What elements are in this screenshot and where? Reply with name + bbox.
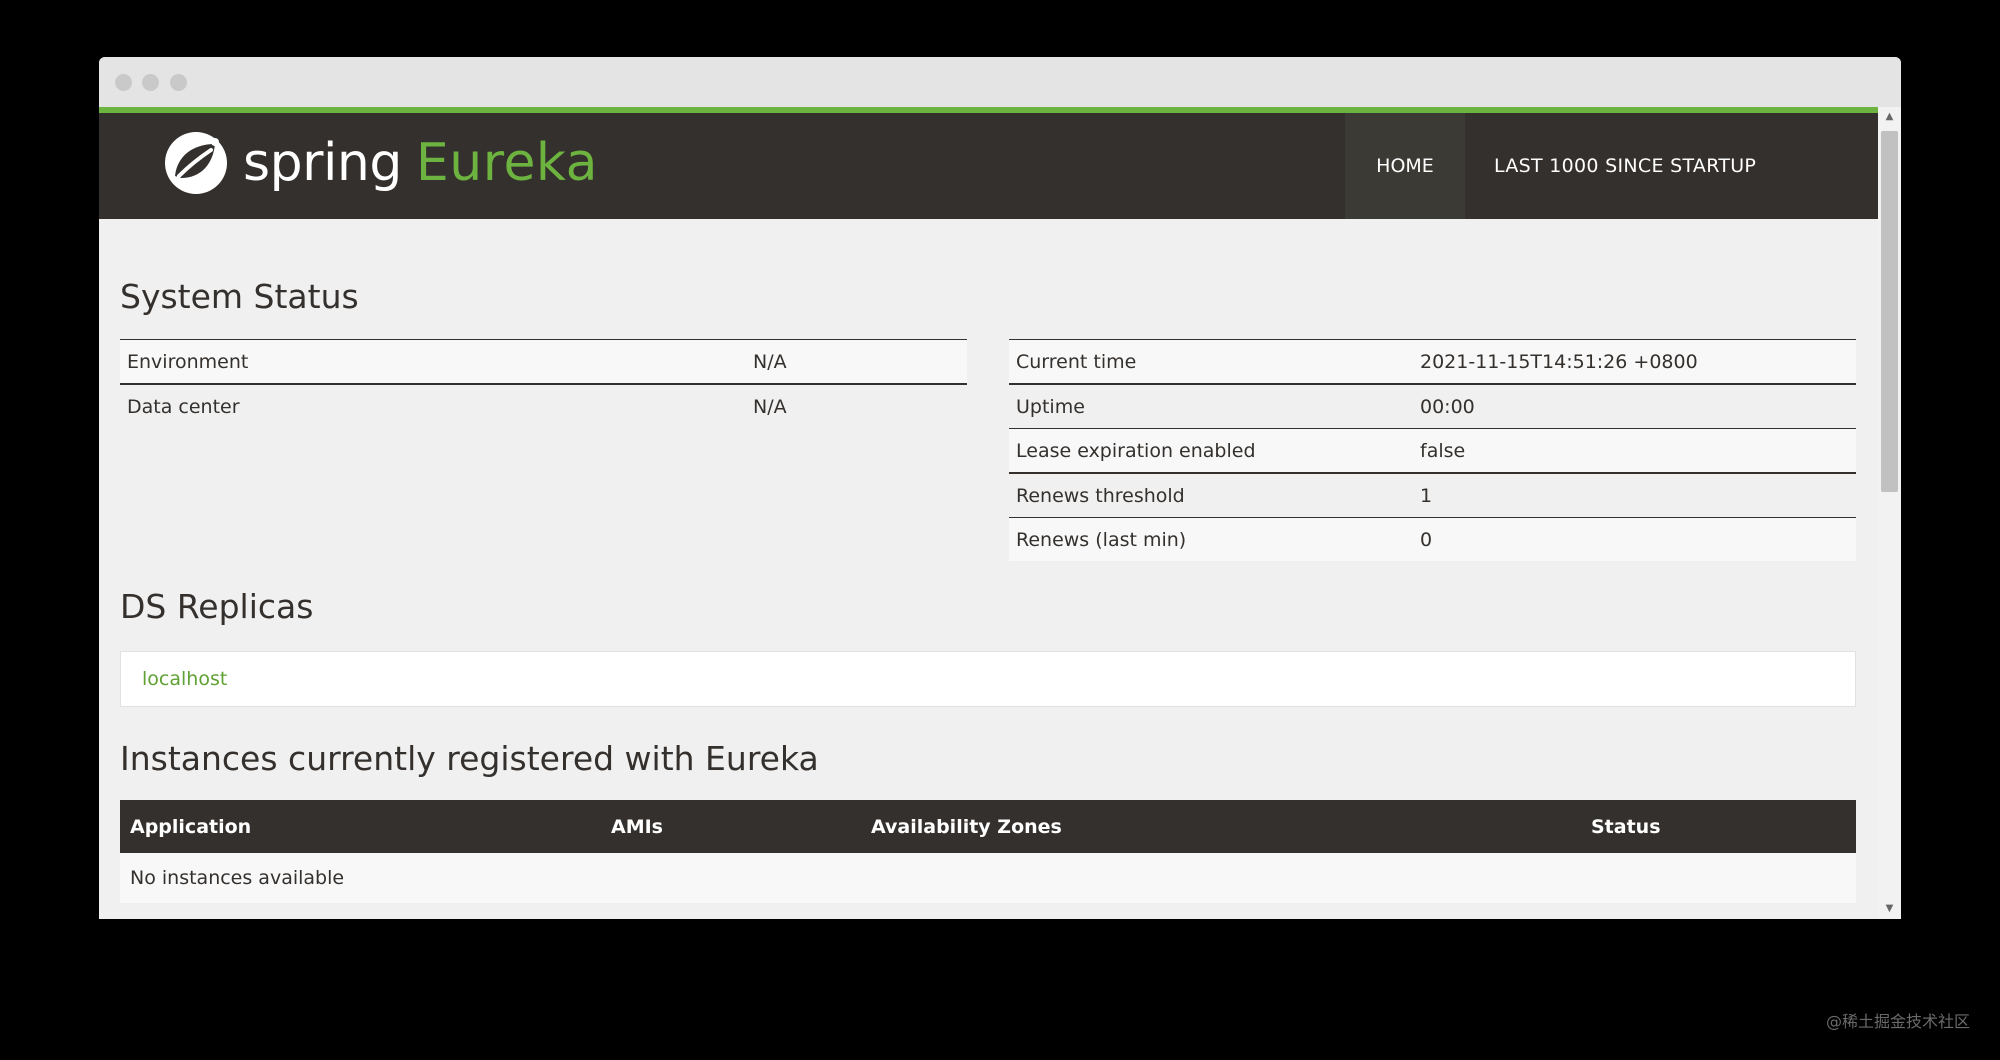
- status-key: Renews threshold: [1009, 473, 1413, 518]
- table-row: Data center N/A: [120, 384, 967, 428]
- scroll-up-arrow-icon[interactable]: ▲: [1878, 109, 1901, 125]
- window-titlebar: [99, 57, 1901, 107]
- status-value: 2021-11-15T14:51:26 +0800: [1413, 339, 1856, 385]
- table-header-row: Application AMIs Availability Zones Stat…: [120, 800, 1856, 853]
- logo-eureka-text: Eureka: [415, 133, 598, 193]
- table-row: Current time 2021-11-15T14:51:26 +0800: [1009, 339, 1856, 385]
- status-value: false: [1413, 428, 1856, 474]
- watermark-text: @稀土掘金技术社区: [1825, 1012, 1970, 1031]
- table-row: Renews threshold 1: [1009, 473, 1856, 518]
- empty-instances-message: No instances available: [120, 853, 1856, 903]
- ds-replicas-heading: DS Replicas: [120, 587, 314, 626]
- window-minimize-button[interactable]: [142, 74, 159, 91]
- browser-window: spring Eureka HOME LAST 1000 SINCE START…: [99, 57, 1901, 919]
- nav-last-1000-link[interactable]: LAST 1000 SINCE STARTUP: [1494, 113, 1756, 219]
- table-row: Environment N/A: [120, 339, 967, 385]
- scrollbar-thumb[interactable]: [1881, 131, 1898, 492]
- table-row: No instances available: [120, 853, 1856, 903]
- page-content: spring Eureka HOME LAST 1000 SINCE START…: [99, 107, 1878, 919]
- status-key: Current time: [1009, 339, 1413, 385]
- spring-eureka-logo[interactable]: spring Eureka: [163, 128, 598, 198]
- column-header-availability-zones: Availability Zones: [861, 800, 1581, 853]
- status-value: 0: [1413, 517, 1856, 561]
- status-key: Lease expiration enabled: [1009, 428, 1413, 474]
- scroll-down-arrow-icon[interactable]: ▼: [1878, 901, 1901, 917]
- vertical-scrollbar[interactable]: ▲ ▼: [1878, 107, 1901, 919]
- status-key: Uptime: [1009, 384, 1413, 429]
- logo-spring-text: spring: [243, 133, 402, 193]
- table-row: Renews (last min) 0: [1009, 517, 1856, 561]
- status-key: Renews (last min): [1009, 517, 1413, 561]
- status-value: N/A: [746, 384, 967, 428]
- status-value: 00:00: [1413, 384, 1856, 429]
- status-key: Environment: [120, 339, 746, 385]
- status-value: N/A: [746, 339, 967, 385]
- table-row: Uptime 00:00: [1009, 384, 1856, 429]
- status-value: 1: [1413, 473, 1856, 518]
- column-header-status: Status: [1581, 800, 1856, 853]
- table-row: Lease expiration enabled false: [1009, 428, 1856, 474]
- status-key: Data center: [120, 384, 746, 428]
- system-status-left-table: Environment N/A Data center N/A: [120, 339, 967, 428]
- navbar: spring Eureka HOME LAST 1000 SINCE START…: [99, 107, 1878, 219]
- window-maximize-button[interactable]: [170, 74, 187, 91]
- instances-heading: Instances currently registered with Eure…: [120, 739, 819, 778]
- window-close-button[interactable]: [115, 74, 132, 91]
- replica-link-localhost[interactable]: localhost: [142, 652, 227, 706]
- system-status-right-table: Current time 2021-11-15T14:51:26 +0800 U…: [1009, 339, 1856, 561]
- nav-home-link[interactable]: HOME: [1345, 113, 1465, 219]
- column-header-amis: AMIs: [601, 800, 861, 853]
- system-status-heading: System Status: [120, 277, 359, 316]
- column-header-application: Application: [120, 800, 601, 853]
- spring-leaf-icon: [165, 132, 227, 194]
- replicas-list: localhost: [120, 651, 1856, 707]
- instances-table: Application AMIs Availability Zones Stat…: [120, 800, 1856, 903]
